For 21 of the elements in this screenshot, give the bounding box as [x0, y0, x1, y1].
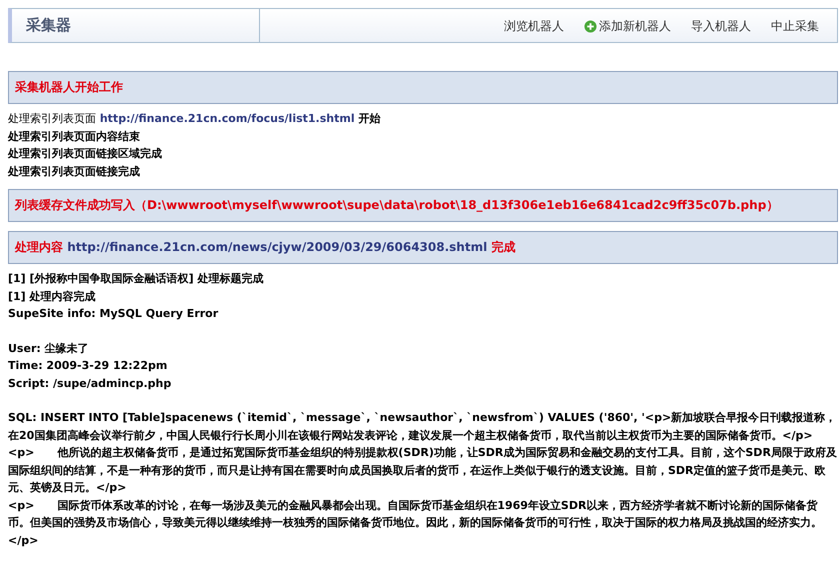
- nav-link[interactable]: 导入机器人: [691, 18, 751, 35]
- log-line: [1] 处理内容完成: [8, 288, 97, 304]
- banner-text: 处理内容 http://finance.21cn.com/news/cjyw/2009/03/29/6064308.shtml 完成: [15, 240, 516, 254]
- log-line: 处理索引列表页面 http://finance.21cn.com/focus/list1.shtml 开始: [8, 111, 382, 127]
- banner-text: 列表缓存文件成功写入（D:\wwwroot\myself\wwwroot\supe\data\robot\18_d13f306e1eb16e6841cad2c9ff35c07b.php）: [15, 198, 778, 212]
- error-info-line: Script: /supe/admincp.php: [8, 376, 172, 392]
- log-line: [1] [外报称中国争取国际金融话语权] 处理标题完成: [8, 271, 264, 287]
- sql-text: <p> 国际货币体系改革的讨论，在每一场涉及美元的金融风暴都会出现。自国际货币基金组织在1969年设立SDR以来，西方经济学者就不断讨论新的国际储备货币。但美国的强势及市场信心，导致美元得以继续维持一枝独秀的国际储备货币地位。因此，新的国际储备货币的可行性，取决于国际的权力格局及挑战国的经济实力。</p>: [8, 498, 823, 548]
- log-line: 处理索引列表页面链接区域完成: [8, 146, 163, 162]
- error-info-line: Time: 2009-3-29 12:22pm: [8, 358, 168, 374]
- nav-link[interactable]: 浏览机器人: [504, 18, 564, 35]
- sql-text: SQL: INSERT INTO [Table]spacenews (`itemid`, `message`, `newsauthor`, `newsfrom`) VALUES ('860', '<p>新加坡联合早报今日刊载报道称，在20国集团高峰会议举行前夕，中国人民银行行长周小川在该银行网站发表评论，建议发展一个超主权储备货币，取代当前以主权货币为主要的国际储备货币。</p>: [8, 410, 838, 444]
- page-title: 采集器: [26, 16, 71, 35]
- error-info-line: User: 尘缘未了: [8, 340, 90, 356]
- nav-link[interactable]: 中止采集: [771, 18, 819, 35]
- log-line: 处理索引列表页面链接完成: [8, 164, 141, 180]
- log-line: 处理索引列表页面内容结束: [8, 128, 141, 144]
- sql-text: <p> 他所说的超主权储备货币，是通过拓宽国际货币基金组织的特别提款权(SDR)功能，让SDR成为国际贸易和金融交易的支付工具。目前，这个SDR局限于政府及国际组织间的结算，不是一种有形的货币，而只是让持有国在需要时向成员国换取后者的货币，在运作上类似于银行的透支设施。目前，SDR定值的篮子货币是美元、欧元、英镑及日元。</p>: [8, 445, 838, 496]
- banner-text: 采集机器人开始工作: [15, 80, 123, 94]
- nav-link[interactable]: 添加新机器人: [584, 18, 671, 35]
- log-line: SupeSite info: MySQL Query Error: [8, 306, 220, 322]
